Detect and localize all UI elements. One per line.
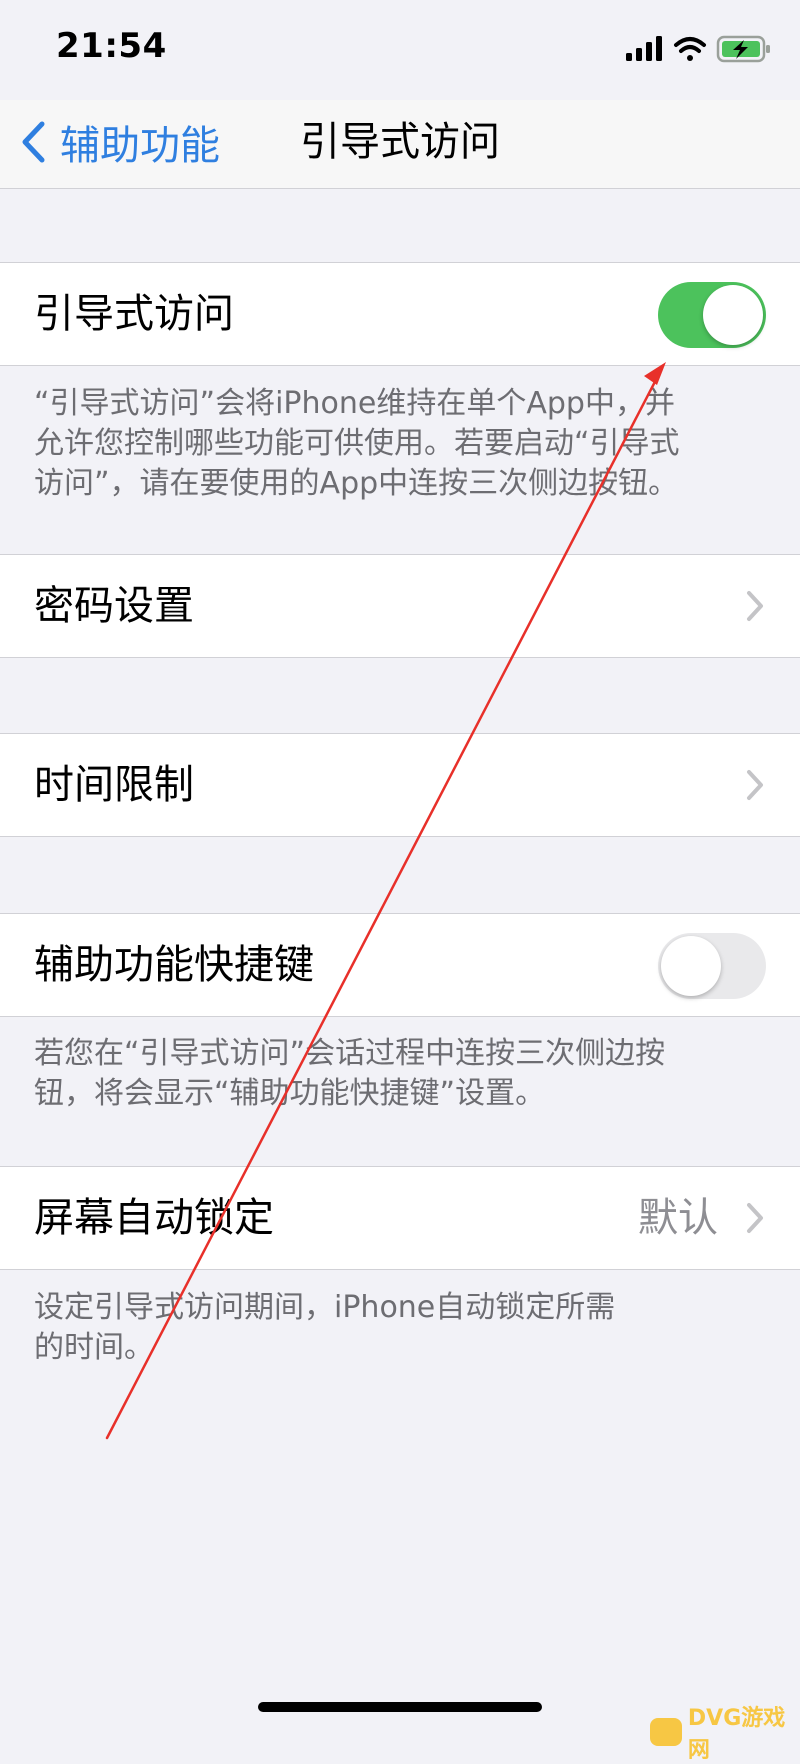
chevron-right-icon <box>747 1203 763 1233</box>
footer-line: 设定引导式访问期间，iPhone自动锁定所需 <box>34 1290 616 1325</box>
time-limits-label: 时间限制 <box>34 762 194 808</box>
guided-access-row: 引导式访问 <box>0 262 800 366</box>
watermark-text: DVG游戏网 <box>687 1706 786 1763</box>
signal-icon <box>626 36 662 61</box>
guided-access-label: 引导式访问 <box>34 291 234 337</box>
auto-lock-label: 屏幕自动锁定 <box>34 1195 274 1241</box>
chevron-right-icon <box>747 591 763 621</box>
status-icons <box>624 34 774 64</box>
time-limits-row[interactable]: 时间限制 <box>0 733 800 837</box>
wifi-icon <box>674 37 706 61</box>
page-title: 引导式访问 <box>0 114 800 170</box>
accessibility-shortcut-footer: 若您在“引导式访问”会话过程中连按三次侧边按 钮，将会显示“辅助功能快捷键”设置… <box>34 1034 754 1114</box>
toggle-knob <box>661 936 721 996</box>
passcode-settings-label: 密码设置 <box>34 583 194 629</box>
auto-lock-value: 默认 <box>638 1195 718 1241</box>
footer-line: 若您在“引导式访问”会话过程中连按三次侧边按 <box>34 1036 666 1071</box>
status-time: 21:54 <box>56 26 167 66</box>
auto-lock-footer: 设定引导式访问期间，iPhone自动锁定所需 的时间。 <box>34 1288 754 1368</box>
guided-access-toggle[interactable] <box>658 282 766 348</box>
accessibility-shortcut-toggle[interactable] <box>658 933 766 999</box>
footer-line: “引导式访问”会将iPhone维持在单个App中，并 <box>34 386 675 421</box>
watermark: DVG游戏网 <box>650 1700 800 1764</box>
annotation-arrow <box>105 362 666 1440</box>
navigation-bar: 辅助功能 引导式访问 <box>0 100 800 189</box>
status-bar: 21:54 <box>0 0 800 100</box>
auto-lock-row[interactable]: 屏幕自动锁定 默认 <box>0 1166 800 1270</box>
toggle-knob <box>703 285 763 345</box>
chevron-right-icon <box>747 770 763 800</box>
footer-line: 允许您控制哪些功能可供使用。若要启动“引导式 <box>34 426 680 461</box>
page-title-text: 引导式访问 <box>300 119 500 165</box>
footer-line: 钮，将会显示“辅助功能快捷键”设置。 <box>34 1076 546 1111</box>
accessibility-shortcut-row: 辅助功能快捷键 <box>0 913 800 1017</box>
passcode-settings-row[interactable]: 密码设置 <box>0 554 800 658</box>
footer-line: 访问”，请在要使用的App中连按三次侧边按钮。 <box>34 466 679 501</box>
home-indicator <box>258 1702 542 1712</box>
guided-access-footer: “引导式访问”会将iPhone维持在单个App中，并 允许您控制哪些功能可供使用… <box>34 384 754 504</box>
accessibility-shortcut-label: 辅助功能快捷键 <box>34 942 314 988</box>
battery-charging-icon <box>716 35 770 63</box>
watermark-logo-icon <box>650 1718 682 1746</box>
status-icons-svg <box>626 35 770 63</box>
footer-line: 的时间。 <box>34 1330 154 1365</box>
